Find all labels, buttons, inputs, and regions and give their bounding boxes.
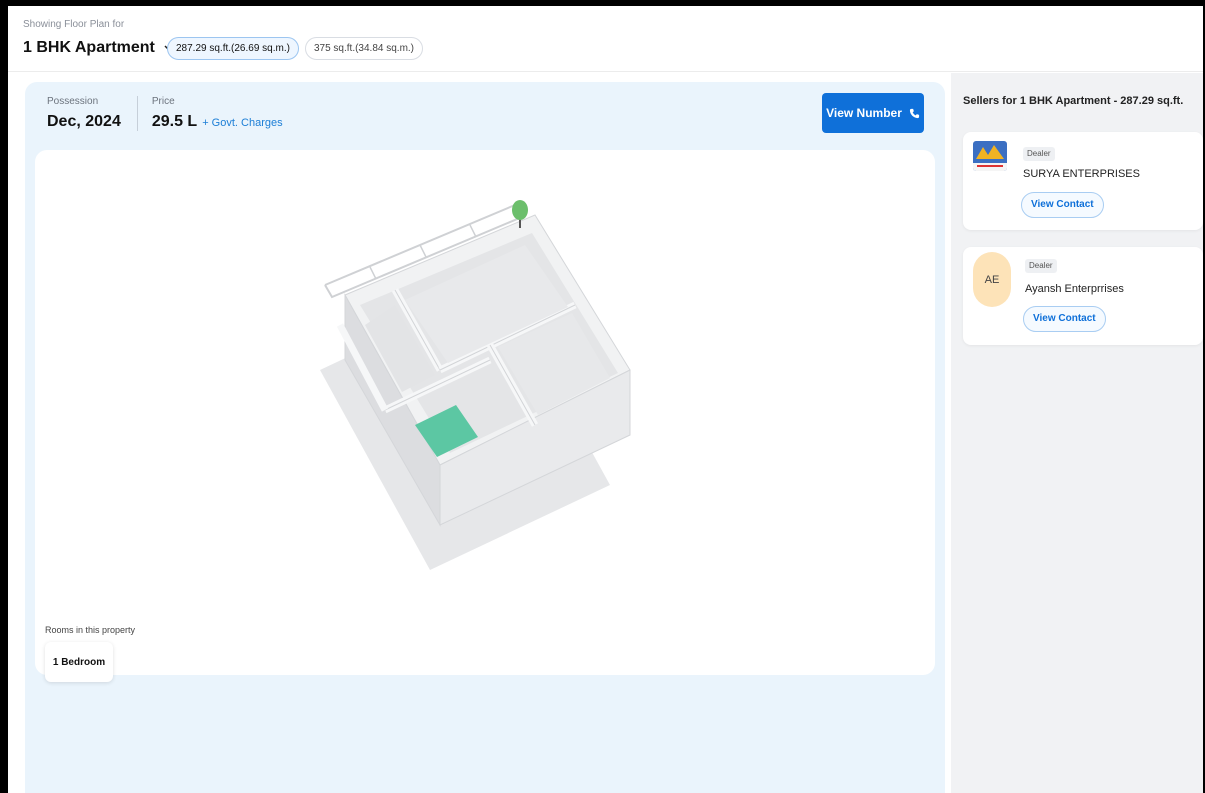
company-logo [973, 141, 1007, 171]
floor-plan-card: Rooms in this property 1 Bedroom [35, 150, 935, 682]
govt-charges-link[interactable]: + Govt. Charges [202, 117, 282, 129]
area-options: 287.29 sq.ft.(26.69 sq.m.) 375 sq.ft.(34… [167, 37, 424, 60]
avatar: AE [973, 252, 1011, 307]
room-chip-bedroom[interactable]: 1 Bedroom [45, 642, 113, 682]
price-block: Price 29.5 L + Govt. Charges [136, 96, 283, 131]
sellers-title: Sellers for 1 BHK Apartment - 287.29 sq.… [963, 95, 1184, 107]
dealer-badge: Dealer [1023, 147, 1055, 161]
dealer-badge: Dealer [1025, 259, 1057, 273]
possession-block: Possession Dec, 2024 [47, 96, 121, 131]
rooms-label: Rooms in this property [45, 625, 136, 635]
floor-plan-3d-illustration[interactable] [310, 195, 650, 575]
view-number-label: View Number [826, 106, 902, 120]
sellers-panel: Sellers for 1 BHK Apartment - 287.29 sq.… [951, 73, 1203, 793]
possession-value: Dec, 2024 [47, 113, 121, 130]
price-label: Price [151, 96, 175, 107]
view-number-button[interactable]: View Number [822, 93, 924, 133]
configuration-dropdown[interactable]: 1 BHK Apartment [23, 39, 175, 57]
seller-name: SURYA ENTERPRISES [1023, 168, 1140, 180]
seller-card: Dealer SURYA ENTERPRISES View Contact [963, 132, 1203, 230]
view-contact-button[interactable]: View Contact [1021, 192, 1104, 218]
price-value: 29.5 L [151, 113, 198, 130]
possession-label: Possession [47, 96, 99, 107]
floor-plan-panel: Possession Dec, 2024 Price 29.5 L + Govt… [25, 82, 945, 793]
property-meta: Possession Dec, 2024 Price 29.5 L + Govt… [47, 96, 283, 131]
view-contact-button[interactable]: View Contact [1023, 306, 1106, 332]
phone-icon [909, 108, 919, 118]
area-chip-selected[interactable]: 287.29 sq.ft.(26.69 sq.m.) [167, 37, 299, 60]
seller-name: Ayansh Enterprrises [1025, 283, 1124, 295]
seller-card: AE Dealer Ayansh Enterprrises View Conta… [963, 247, 1203, 345]
showing-label: Showing Floor Plan for [23, 19, 125, 30]
configuration-title: 1 BHK Apartment [23, 39, 155, 56]
area-chip[interactable]: 375 sq.ft.(34.84 sq.m.) [304, 37, 424, 60]
floor-plan-header: Showing Floor Plan for 1 BHK Apartment 2… [8, 6, 1203, 72]
